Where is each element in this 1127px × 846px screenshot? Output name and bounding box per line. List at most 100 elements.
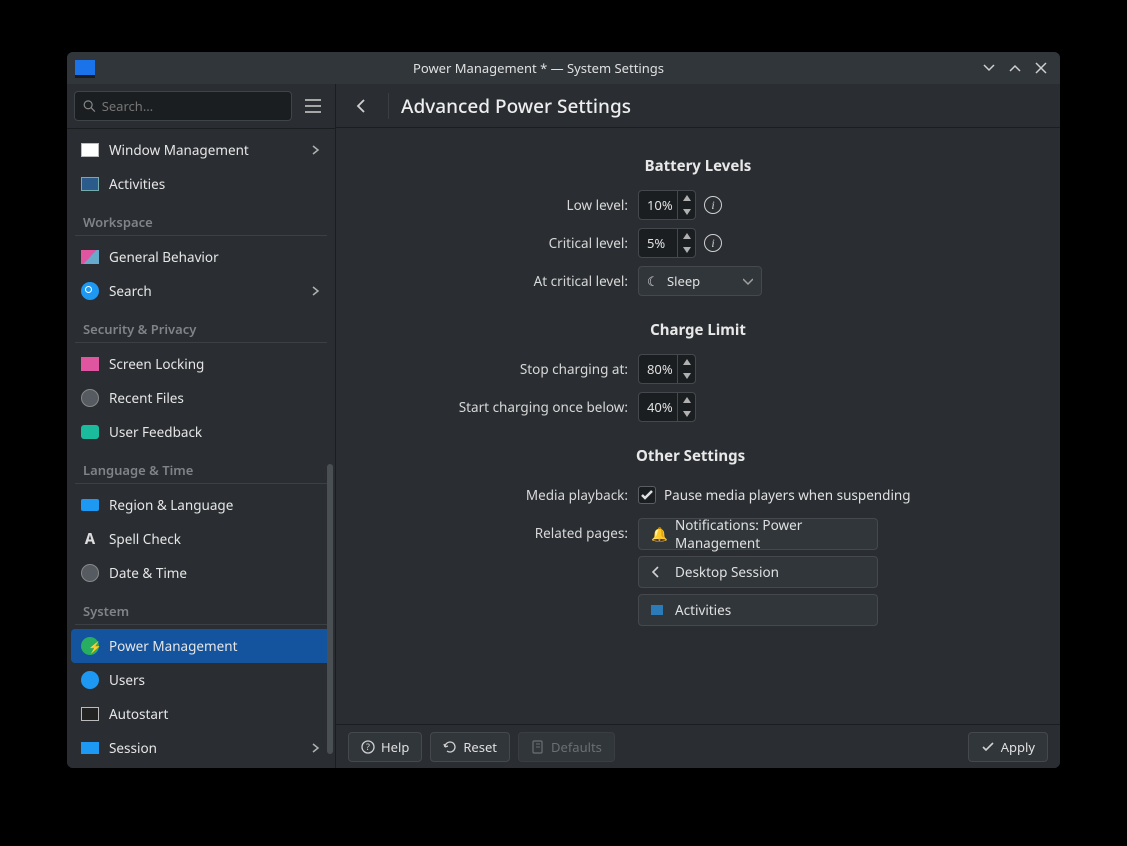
users-icon [81,671,99,689]
sidebar-list[interactable]: Window Management Activities Workspace G… [67,129,335,768]
sidebar-scrollbar[interactable] [327,129,333,768]
page-header: Advanced Power Settings [336,84,1060,128]
category-system: System [75,590,327,625]
sidebar-item-window-management[interactable]: Window Management [71,133,331,167]
minimize-button[interactable] [978,57,1000,79]
lock-icon [81,355,99,373]
sidebar-item-session[interactable]: Session [71,731,331,765]
app-icon [75,60,95,76]
window-title: Power Management * — System Settings [103,59,974,77]
spin-start-charging[interactable]: 40% [638,392,696,422]
category-workspace: Workspace [75,201,327,236]
help-icon: ? [361,740,375,754]
combo-at-critical[interactable]: ☾ Sleep [638,266,762,296]
header-divider [388,93,389,119]
label-at-critical: At critical level: [348,266,638,296]
spin-low-level[interactable]: 10% [638,190,696,220]
footer-buttons: ? Help Reset Defaults Apply [336,724,1060,768]
sidebar-item-label: Search [109,282,152,300]
spin-value: 5% [639,234,677,252]
region-icon [81,496,99,514]
spin-up-button[interactable] [678,229,695,243]
button-label: Defaults [551,738,602,756]
button-label: Help [381,738,409,756]
sidebar-item-label: Date & Time [109,564,187,582]
sidebar-item-autostart[interactable]: Autostart [71,697,331,731]
feedback-icon [81,423,99,441]
search-round-icon [81,282,99,300]
hamburger-menu-button[interactable] [298,91,328,121]
sidebar-item-users[interactable]: Users [71,663,331,697]
related-notifications-button[interactable]: 🔔 Notifications: Power Management [638,518,878,550]
checkbox-label: Pause media players when suspending [664,486,911,504]
button-label: Apply [1001,738,1035,756]
sidebar-item-label: Spell Check [109,530,181,548]
main-pane: Advanced Power Settings Battery Levels L… [336,84,1060,768]
label-media-playback: Media playback: [348,480,638,510]
checkbox-pause-media[interactable] [638,486,656,504]
spellcheck-icon: A [81,530,99,548]
svg-text:?: ? [366,740,370,753]
info-icon[interactable]: i [704,196,722,214]
spin-critical-level[interactable]: 5% [638,228,696,258]
spin-up-button[interactable] [678,191,695,205]
chevron-up-icon [1009,62,1021,74]
scrollbar-thumb[interactable] [327,464,333,754]
spin-down-button[interactable] [678,369,695,383]
chevron-down-icon [983,62,995,74]
defaults-button: Defaults [518,732,615,762]
sidebar-item-date-time[interactable]: Date & Time [71,556,331,590]
link-label: Notifications: Power Management [675,516,865,552]
close-button[interactable] [1030,57,1052,79]
spin-value: 40% [639,398,677,416]
titlebar: Power Management * — System Settings [67,52,1060,84]
chevron-right-icon [311,282,321,300]
spin-up-button[interactable] [678,393,695,407]
sidebar-item-general-behavior[interactable]: General Behavior [71,240,331,274]
chevron-down-icon [743,272,753,290]
sidebar-item-screen-locking[interactable]: Screen Locking [71,347,331,381]
sidebar-item-activities[interactable]: Activities [71,167,331,201]
sidebar-item-spell-check[interactable]: A Spell Check [71,522,331,556]
section-title-other: Other Settings [636,446,1060,466]
info-icon[interactable]: i [704,234,722,252]
sidebar-item-power-management[interactable]: ⚡ Power Management [71,629,331,663]
sidebar: Window Management Activities Workspace G… [67,84,336,768]
spin-down-button[interactable] [678,243,695,257]
chevron-right-icon [311,739,321,757]
spin-stop-charging[interactable]: 80% [638,354,696,384]
search-icon [83,99,96,113]
label-low-level: Low level: [348,190,638,220]
label-critical-level: Critical level: [348,228,638,258]
spin-value: 80% [639,360,677,378]
sidebar-item-label: User Feedback [109,423,202,441]
sidebar-item-user-feedback[interactable]: User Feedback [71,415,331,449]
spin-value: 10% [639,196,677,214]
reset-button[interactable]: Reset [430,732,510,762]
sidebar-item-label: Window Management [109,141,249,159]
chevron-left-icon [651,566,667,578]
check-icon [981,740,995,754]
sidebar-item-search[interactable]: Search [71,274,331,308]
section-title-battery: Battery Levels [463,156,933,176]
apply-button[interactable]: Apply [968,732,1048,762]
sidebar-item-label: General Behavior [109,248,219,266]
spin-up-button[interactable] [678,355,695,369]
sidebar-item-region-language[interactable]: Region & Language [71,488,331,522]
maximize-button[interactable] [1004,57,1026,79]
check-icon [641,490,653,500]
back-button[interactable] [348,92,376,120]
search-input[interactable] [102,97,283,115]
spin-down-button[interactable] [678,205,695,219]
help-button[interactable]: ? Help [348,732,422,762]
search-input-wrapper[interactable] [74,91,292,121]
related-desktop-session-button[interactable]: Desktop Session [638,556,878,588]
spin-down-button[interactable] [678,407,695,421]
sidebar-item-label: Power Management [109,637,237,655]
session-icon [81,739,99,757]
related-activities-button[interactable]: Activities [638,594,878,626]
combo-value: Sleep [667,272,743,290]
datetime-icon [81,564,99,582]
sidebar-item-recent-files[interactable]: Recent Files [71,381,331,415]
label-stop-charging: Stop charging at: [348,354,638,384]
